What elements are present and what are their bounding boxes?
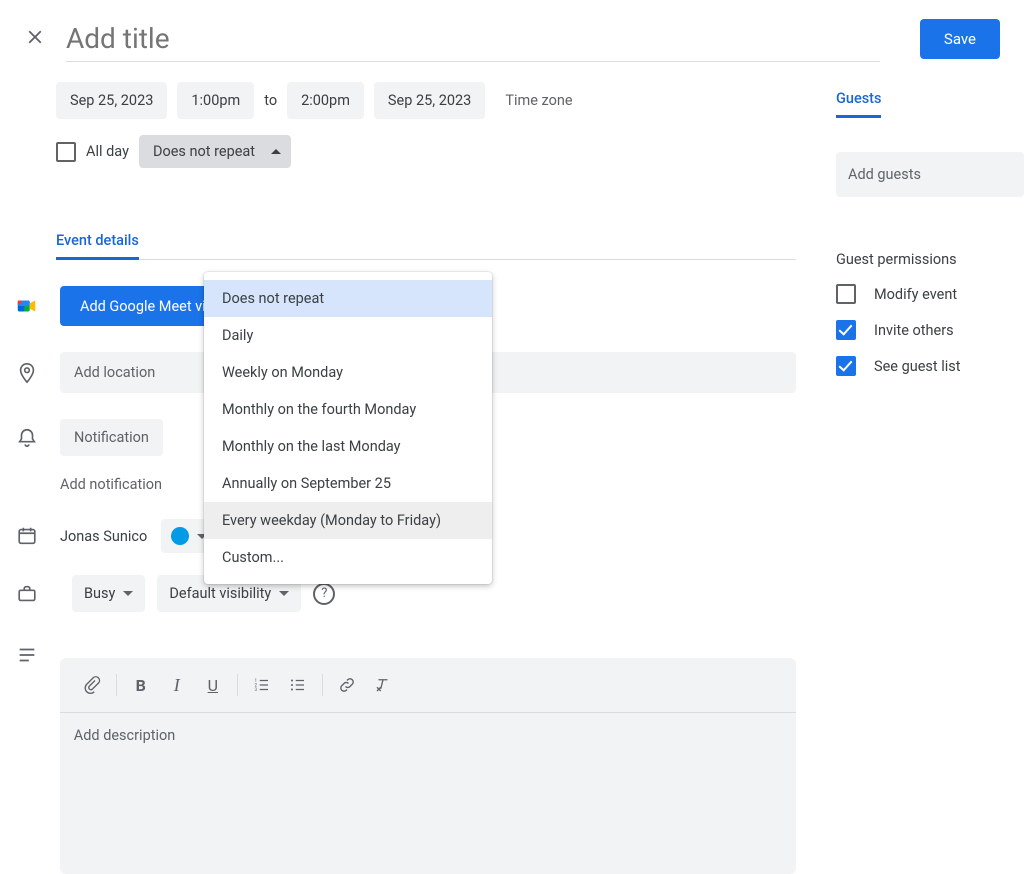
perm-invite-checkbox[interactable] — [836, 320, 856, 340]
link-button[interactable] — [329, 668, 365, 702]
chevron-down-icon — [123, 591, 133, 596]
numbered-list-button[interactable]: 123 — [244, 668, 280, 702]
repeat-dropdown-menu: Does not repeatDailyWeekly on MondayMont… — [204, 272, 492, 584]
organizer-name: Jonas Sunico — [60, 528, 147, 545]
description-input[interactable]: Add description — [60, 713, 796, 874]
help-icon[interactable]: ? — [313, 583, 335, 605]
start-date-chip[interactable]: Sep 25, 2023 — [56, 82, 167, 119]
allday-label: All day — [86, 143, 129, 160]
close-button[interactable] — [16, 18, 54, 60]
add-guests-input[interactable]: Add guests — [836, 152, 1024, 197]
attach-button[interactable] — [74, 668, 110, 702]
repeat-current-value: Does not repeat — [153, 143, 255, 160]
perm-modify-label: Modify event — [874, 286, 957, 303]
description-icon — [16, 634, 60, 666]
title-input[interactable] — [66, 16, 880, 62]
italic-button[interactable]: I — [159, 668, 195, 702]
meet-icon — [16, 295, 60, 317]
calendar-icon — [16, 525, 60, 547]
bold-button[interactable]: B — [123, 668, 159, 702]
repeat-option[interactable]: Monthly on the fourth Monday — [204, 391, 492, 428]
repeat-option[interactable]: Custom... — [204, 539, 492, 576]
perm-invite-label: Invite others — [874, 322, 954, 339]
briefcase-icon — [16, 583, 60, 605]
guest-permissions-title: Guest permissions — [836, 251, 1024, 268]
bell-icon — [16, 427, 60, 449]
repeat-option[interactable]: Daily — [204, 317, 492, 354]
perm-modify-checkbox[interactable] — [836, 284, 856, 304]
description-box: B I U 123 — [60, 658, 796, 874]
color-dot-icon — [171, 527, 189, 545]
availability-dropdown[interactable]: Busy — [72, 575, 145, 612]
perm-seelist-checkbox[interactable] — [836, 356, 856, 376]
location-icon — [16, 362, 60, 384]
chevron-up-icon — [271, 149, 281, 154]
close-icon — [24, 26, 46, 48]
save-button[interactable]: Save — [920, 19, 1000, 59]
timezone-link[interactable]: Time zone — [505, 92, 572, 109]
tab-event-details[interactable]: Event details — [56, 224, 139, 260]
end-date-chip[interactable]: Sep 25, 2023 — [374, 82, 485, 119]
start-time-chip[interactable]: 1:00pm — [177, 82, 254, 119]
perm-seelist-label: See guest list — [874, 358, 961, 375]
chevron-down-icon — [279, 591, 289, 596]
svg-text:3: 3 — [254, 687, 257, 693]
clear-formatting-button[interactable] — [365, 668, 401, 702]
underline-button[interactable]: U — [195, 668, 231, 702]
to-label: to — [264, 92, 277, 109]
repeat-option[interactable]: Weekly on Monday — [204, 354, 492, 391]
add-notification-link[interactable]: Add notification — [60, 476, 162, 493]
repeat-option[interactable]: Monthly on the last Monday — [204, 428, 492, 465]
repeat-option[interactable]: Every weekday (Monday to Friday) — [204, 502, 492, 539]
end-time-chip[interactable]: 2:00pm — [287, 82, 364, 119]
tab-guests[interactable]: Guests — [836, 82, 881, 118]
allday-checkbox[interactable] — [56, 142, 76, 162]
bullet-list-button[interactable] — [280, 668, 316, 702]
repeat-option[interactable]: Does not repeat — [204, 280, 492, 317]
notification-chip[interactable]: Notification — [60, 419, 163, 456]
repeat-option[interactable]: Annually on September 25 — [204, 465, 492, 502]
repeat-dropdown[interactable]: Does not repeat — [139, 135, 291, 168]
